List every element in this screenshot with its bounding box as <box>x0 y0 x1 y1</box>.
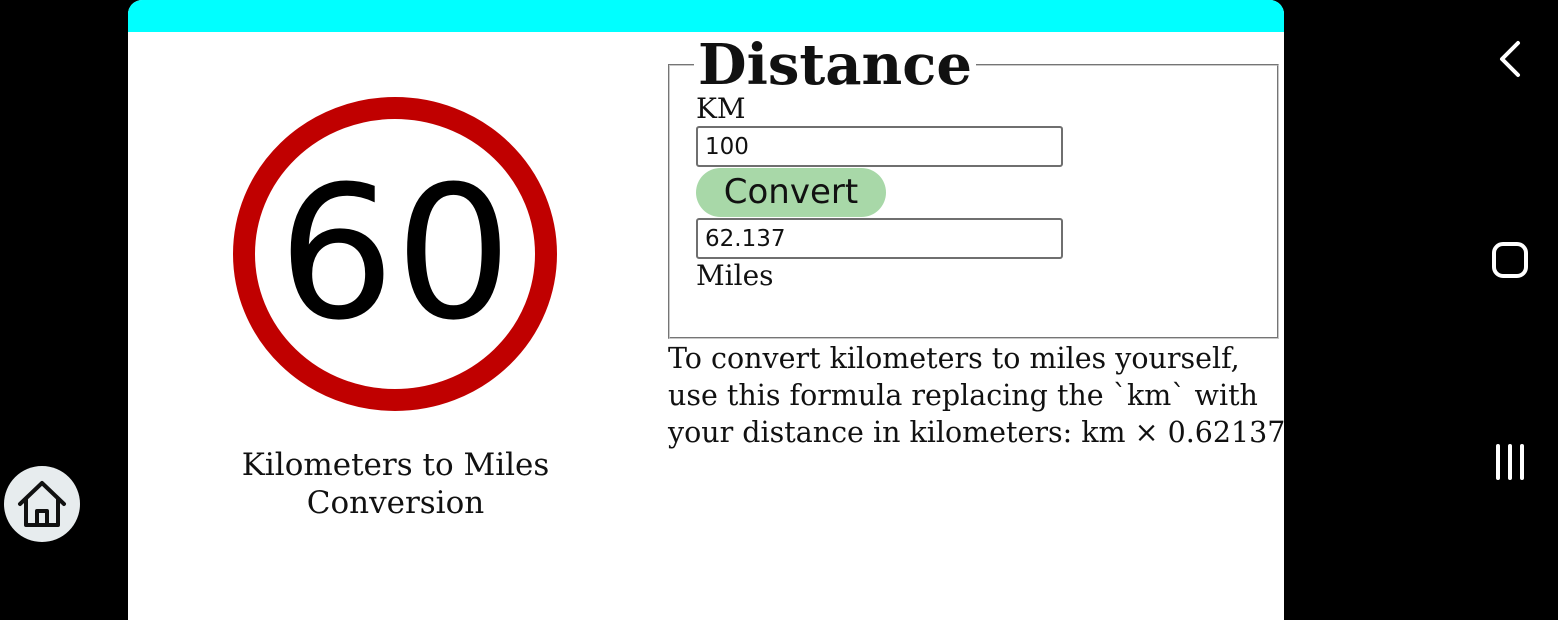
speed-limit-value: 60 <box>278 147 512 361</box>
sign-caption-line2: Conversion <box>306 485 485 521</box>
miles-label: Miles <box>696 259 774 292</box>
sign-caption: Kilometers to Miles Conversion <box>208 446 583 522</box>
chevron-left-icon[interactable] <box>1490 39 1530 79</box>
km-input[interactable] <box>696 126 1063 167</box>
formula-instructions: To convert kilometers to miles yourself,… <box>668 340 1284 451</box>
app-header-bar <box>128 0 1284 32</box>
formula-line3: your distance in kilometers: km × 0.6213… <box>668 416 1284 449</box>
sign-caption-line1: Kilometers to Miles <box>241 447 550 483</box>
recents-icon[interactable] <box>1490 442 1530 482</box>
home-floating-button[interactable] <box>4 466 80 542</box>
app-window: 60 Kilometers to Miles Conversion Distan… <box>128 0 1284 620</box>
house-icon <box>18 481 66 527</box>
km-label: KM <box>696 92 746 125</box>
square-icon[interactable] <box>1490 240 1530 280</box>
formula-line1: To convert kilometers to miles yourself, <box>668 342 1240 375</box>
distance-fieldset: Distance KM Convert Miles <box>668 36 1279 339</box>
device-screen: 60 Kilometers to Miles Conversion Distan… <box>0 0 1558 620</box>
distance-legend: Distance <box>698 32 972 98</box>
convert-button[interactable]: Convert <box>696 168 886 217</box>
speed-limit-sign: 60 <box>233 97 557 411</box>
formula-line2: use this formula replacing the `km` with <box>668 379 1258 412</box>
miles-output[interactable] <box>696 218 1063 259</box>
